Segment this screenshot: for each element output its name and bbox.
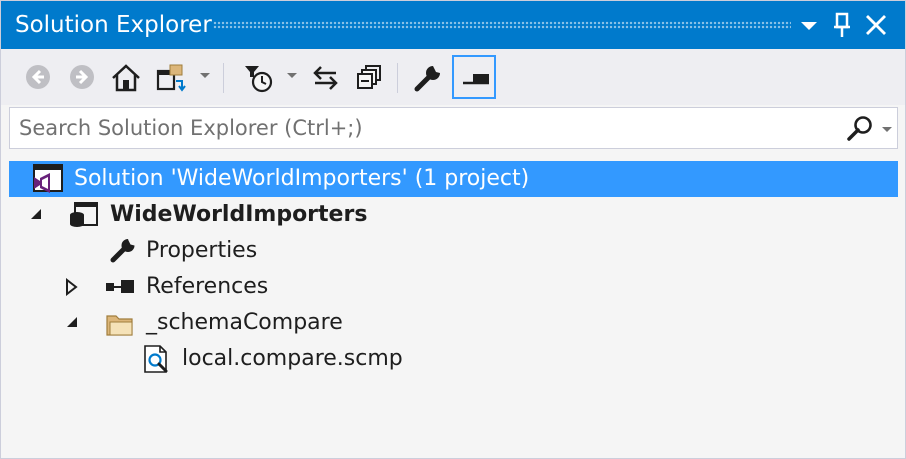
toolbar-separator bbox=[397, 63, 398, 93]
database-project-icon bbox=[70, 202, 98, 227]
forward-icon bbox=[70, 65, 94, 89]
preview-icon bbox=[463, 74, 489, 85]
tree-item-schemacompare-folder[interactable]: _schemaCompare bbox=[9, 305, 898, 341]
tree-item-references[interactable]: References bbox=[9, 269, 898, 305]
close-icon bbox=[866, 15, 886, 35]
wrench-icon bbox=[110, 239, 135, 263]
switch-views-button[interactable] bbox=[152, 58, 188, 96]
title-bar-grip[interactable] bbox=[213, 21, 791, 29]
switch-views-dropdown-arrow[interactable] bbox=[200, 73, 210, 78]
expanded-arrow-icon[interactable] bbox=[29, 207, 43, 221]
solution-tree: Solution 'WideWorldImporters' (1 project… bbox=[1, 159, 905, 459]
pin-icon bbox=[834, 12, 850, 37]
expanded-arrow-icon[interactable] bbox=[65, 315, 79, 329]
switch-views-icon bbox=[156, 64, 186, 92]
close-button[interactable] bbox=[862, 11, 890, 39]
solution-explorer-window: Solution Explorer Search Solution Explor… bbox=[0, 0, 906, 459]
tree-item-label: _schemaCompare bbox=[146, 310, 343, 335]
title-bar[interactable]: Solution Explorer bbox=[1, 1, 905, 49]
search-options-dropdown-arrow[interactable] bbox=[882, 127, 892, 132]
pin-button[interactable] bbox=[828, 11, 856, 39]
tree-item-label: References bbox=[146, 274, 269, 299]
clock-filter-icon bbox=[245, 66, 273, 93]
collapse-all-button[interactable] bbox=[351, 58, 387, 96]
chevron-down-icon bbox=[801, 22, 817, 30]
preview-selected-items-button[interactable] bbox=[452, 55, 496, 99]
back-button[interactable] bbox=[20, 58, 56, 96]
tree-item-scmp-file[interactable]: local.compare.scmp bbox=[9, 341, 898, 377]
home-button[interactable] bbox=[107, 58, 143, 96]
toolbar bbox=[1, 49, 905, 105]
pending-changes-dropdown-arrow[interactable] bbox=[287, 73, 297, 78]
collapse-all-icon bbox=[357, 65, 381, 89]
properties-button[interactable] bbox=[409, 58, 445, 96]
pending-changes-filter-button[interactable] bbox=[239, 58, 275, 96]
sync-with-active-document-button[interactable] bbox=[307, 58, 343, 96]
window-title: Solution Explorer bbox=[15, 12, 212, 38]
search-input[interactable] bbox=[10, 108, 830, 148]
tree-item-project[interactable]: WideWorldImporters bbox=[9, 197, 898, 233]
tree-item-label: Solution 'WideWorldImporters' (1 project… bbox=[74, 166, 530, 191]
collapsed-arrow-icon[interactable] bbox=[65, 278, 79, 296]
folder-icon bbox=[106, 315, 133, 336]
tree-item-label: WideWorldImporters bbox=[110, 202, 368, 227]
wrench-icon bbox=[414, 66, 440, 92]
toolbar-separator bbox=[223, 63, 224, 93]
home-icon bbox=[112, 64, 140, 92]
back-icon bbox=[26, 65, 50, 89]
forward-button[interactable] bbox=[64, 58, 100, 96]
tree-item-properties[interactable]: Properties bbox=[9, 233, 898, 269]
window-position-button[interactable] bbox=[795, 11, 823, 39]
search-box bbox=[9, 107, 898, 149]
search-icon[interactable] bbox=[846, 115, 874, 143]
tree-item-label: local.compare.scmp bbox=[182, 346, 403, 371]
sync-icon bbox=[313, 66, 338, 90]
tree-item-label: Properties bbox=[146, 238, 258, 263]
tree-item-solution[interactable]: Solution 'WideWorldImporters' (1 project… bbox=[9, 161, 898, 197]
schema-compare-file-icon bbox=[144, 345, 168, 373]
solution-icon bbox=[33, 164, 63, 193]
references-icon bbox=[106, 280, 134, 293]
